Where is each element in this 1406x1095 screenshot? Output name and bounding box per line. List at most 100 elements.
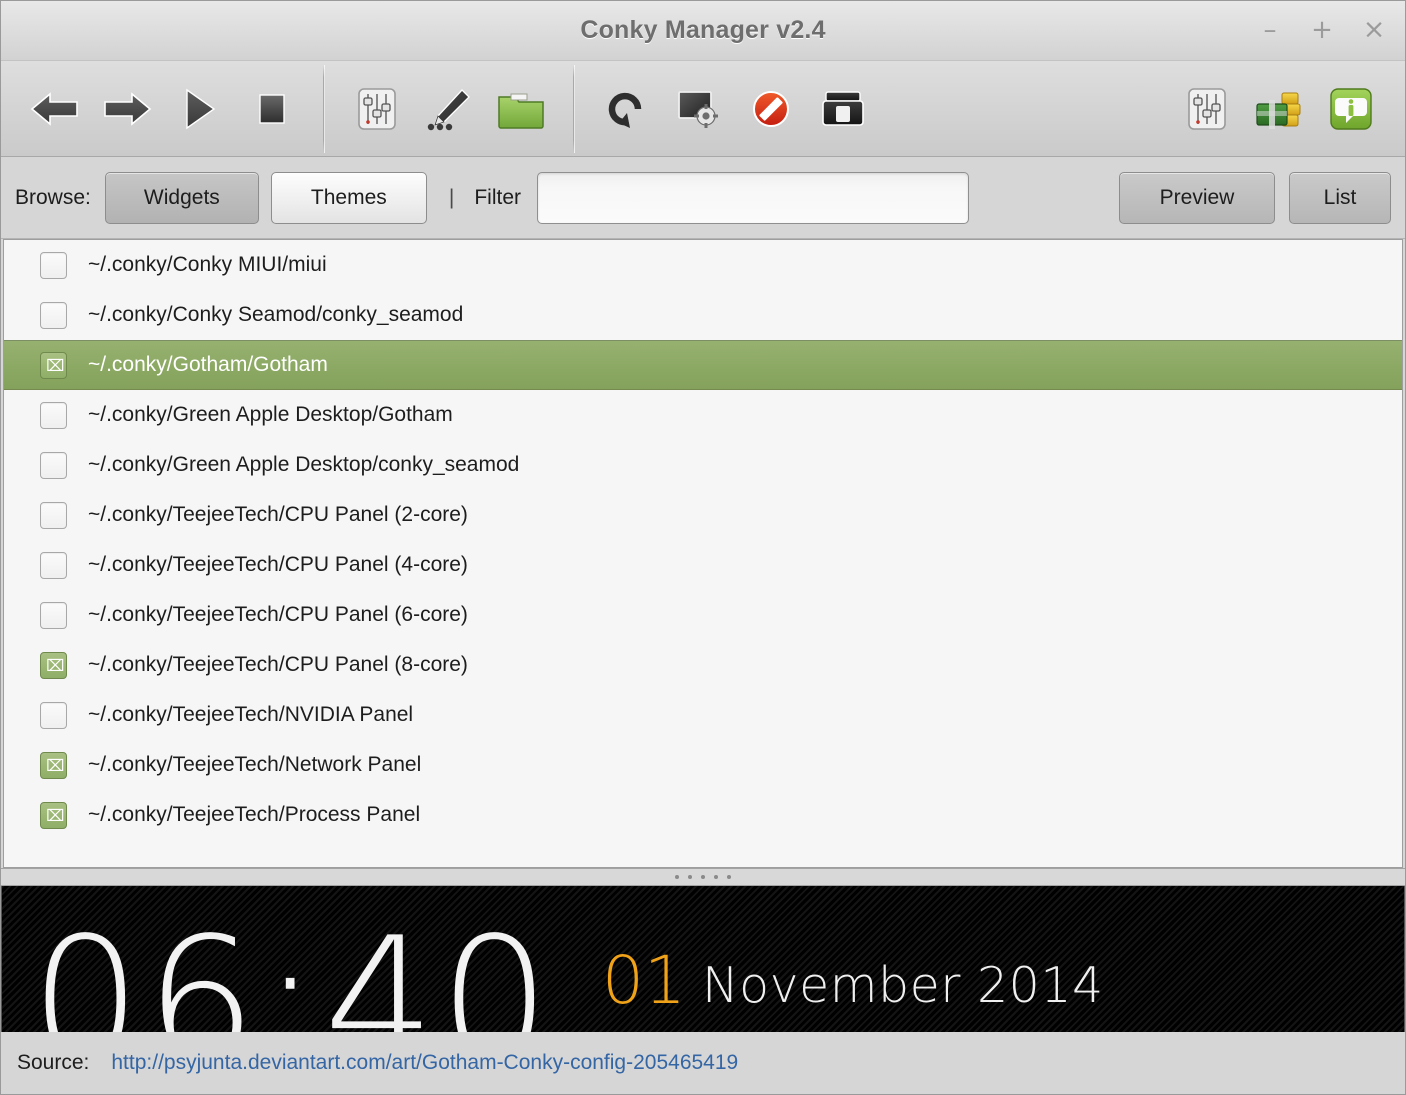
sliders-icon: [353, 84, 401, 134]
list-item-label: ~/.conky/TeejeeTech/CPU Panel (2-core): [88, 503, 468, 527]
filter-label: Filter: [474, 186, 521, 210]
widget-list[interactable]: ~/.conky/Conky MIUI/miui ~/.conky/Conky S…: [3, 239, 1403, 868]
list-item[interactable]: ⌧ ~/.conky/TeejeeTech/CPU Panel (8-core): [4, 640, 1402, 690]
checkbox-checked[interactable]: ⌧: [40, 352, 67, 379]
preview-clock-time: 06:40: [30, 915, 554, 1032]
desktop-settings-button[interactable]: [663, 71, 735, 147]
list-item[interactable]: ~/.conky/Green Apple Desktop/conky_seamo…: [4, 440, 1402, 490]
back-arrow-icon: [29, 86, 81, 132]
edit-widget-button[interactable]: [341, 71, 413, 147]
checkbox-checked[interactable]: ⌧: [40, 752, 67, 779]
maximize-button[interactable]: +: [1309, 18, 1335, 44]
title-bar: Conky Manager v2.4 – + ×: [1, 1, 1405, 61]
check-mark-icon: ⌧: [46, 658, 61, 673]
list-item[interactable]: ⌧ ~/.conky/Gotham/Gotham: [4, 340, 1402, 390]
settings-button[interactable]: [1171, 71, 1243, 147]
list-item-label: ~/.conky/TeejeeTech/Process Panel: [88, 803, 420, 827]
list-item-label: ~/.conky/Conky Seamod/conky_seamod: [88, 303, 463, 327]
splitter-handle[interactable]: [1, 868, 1405, 886]
minimize-button[interactable]: –: [1257, 18, 1283, 44]
list-item-label: ~/.conky/TeejeeTech/CPU Panel (6-core): [88, 603, 468, 627]
conky-manager-window: Conky Manager v2.4 – + ×: [0, 0, 1406, 1095]
widget-preview-pane: 06:40 01 November 2014: [1, 886, 1405, 1032]
source-bar: Source: http://psyjunta.deviantart.com/a…: [1, 1032, 1405, 1094]
donate-money-icon: [1252, 85, 1306, 133]
edit-file-button[interactable]: [413, 71, 485, 147]
forward-arrow-icon: [101, 86, 153, 132]
run-button[interactable]: [163, 71, 235, 147]
list-item-label: ~/.conky/Green Apple Desktop/conky_seamo…: [88, 453, 519, 477]
toolbar-group-edit: [341, 71, 557, 147]
check-mark-icon: ⌧: [46, 358, 61, 373]
info-bubble-icon: [1326, 84, 1376, 134]
about-button[interactable]: [1315, 71, 1387, 147]
list-item-label: ~/.conky/TeejeeTech/Network Panel: [88, 753, 421, 777]
donate-button[interactable]: [1243, 71, 1315, 147]
checkbox-unchecked[interactable]: [40, 452, 67, 479]
checkbox-unchecked[interactable]: [40, 602, 67, 629]
checkbox-checked[interactable]: ⌧: [40, 802, 67, 829]
splitter-dot: [714, 875, 718, 879]
filter-input[interactable]: [537, 172, 969, 224]
main-toolbar: [1, 61, 1405, 157]
browse-label: Browse:: [15, 186, 91, 210]
checkbox-unchecked[interactable]: [40, 552, 67, 579]
list-view-button[interactable]: List: [1289, 172, 1391, 224]
splitter-dot: [688, 875, 692, 879]
back-button[interactable]: [19, 71, 91, 147]
list-item[interactable]: ~/.conky/Green Apple Desktop/Gotham: [4, 390, 1402, 440]
forward-button[interactable]: [91, 71, 163, 147]
reload-button[interactable]: [591, 71, 663, 147]
list-item[interactable]: ⌧ ~/.conky/TeejeeTech/Process Panel: [4, 790, 1402, 840]
list-item-label: ~/.conky/Green Apple Desktop/Gotham: [88, 403, 453, 427]
checkbox-unchecked[interactable]: [40, 702, 67, 729]
list-item[interactable]: ~/.conky/TeejeeTech/CPU Panel (2-core): [4, 490, 1402, 540]
open-folder-button[interactable]: [485, 71, 557, 147]
source-link[interactable]: http://psyjunta.deviantart.com/art/Gotha…: [111, 1051, 738, 1075]
view-mode-buttons: Preview List: [1119, 172, 1391, 224]
close-button[interactable]: ×: [1361, 18, 1387, 44]
browse-separator: |: [449, 186, 454, 210]
list-item[interactable]: ⌧ ~/.conky/TeejeeTech/Network Panel: [4, 740, 1402, 790]
checkbox-unchecked[interactable]: [40, 502, 67, 529]
toolbar-separator-1: [323, 65, 325, 153]
list-item[interactable]: ~/.conky/TeejeeTech/CPU Panel (6-core): [4, 590, 1402, 640]
preview-view-button[interactable]: Preview: [1119, 172, 1275, 224]
kill-all-button[interactable]: [735, 71, 807, 147]
backup-button[interactable]: [807, 71, 879, 147]
list-item-label: ~/.conky/Gotham/Gotham: [88, 353, 328, 377]
checkbox-unchecked[interactable]: [40, 302, 67, 329]
splitter-dot: [675, 875, 679, 879]
splitter-dot: [727, 875, 731, 879]
list-item[interactable]: ~/.conky/Conky Seamod/conky_seamod: [4, 290, 1402, 340]
check-mark-icon: ⌧: [46, 758, 61, 773]
toolbar-group-playback: [19, 71, 307, 147]
list-item-label: ~/.conky/TeejeeTech/NVIDIA Panel: [88, 703, 413, 727]
toolbar-group-app: [1171, 71, 1387, 147]
list-item[interactable]: ~/.conky/Conky MIUI/miui: [4, 240, 1402, 290]
toolbar-group-actions: [591, 71, 879, 147]
checkbox-unchecked[interactable]: [40, 252, 67, 279]
splitter-dot: [701, 875, 705, 879]
checkbox-unchecked[interactable]: [40, 402, 67, 429]
window-title: Conky Manager v2.4: [580, 16, 825, 45]
preview-day-number: 01: [602, 948, 686, 1014]
archive-icon: [817, 85, 869, 133]
stop-button[interactable]: [235, 71, 307, 147]
browse-widgets-button[interactable]: Widgets: [105, 172, 259, 224]
screen-settings-icon: [673, 85, 725, 133]
check-mark-icon: ⌧: [46, 808, 61, 823]
browse-themes-button[interactable]: Themes: [271, 172, 427, 224]
list-item[interactable]: ~/.conky/TeejeeTech/NVIDIA Panel: [4, 690, 1402, 740]
list-item[interactable]: ~/.conky/TeejeeTech/CPU Panel (4-core): [4, 540, 1402, 590]
stop-square-icon: [249, 86, 293, 132]
reload-icon: [602, 85, 652, 133]
play-icon: [176, 85, 222, 133]
pencil-icon: [424, 84, 474, 134]
list-item-label: ~/.conky/Conky MIUI/miui: [88, 253, 327, 277]
preferences-sliders-icon: [1183, 84, 1231, 134]
checkbox-checked[interactable]: ⌧: [40, 652, 67, 679]
list-item-label: ~/.conky/TeejeeTech/CPU Panel (8-core): [88, 653, 468, 677]
source-label: Source:: [17, 1051, 89, 1075]
browse-bar: Browse: Widgets Themes | Filter Preview …: [1, 157, 1405, 239]
